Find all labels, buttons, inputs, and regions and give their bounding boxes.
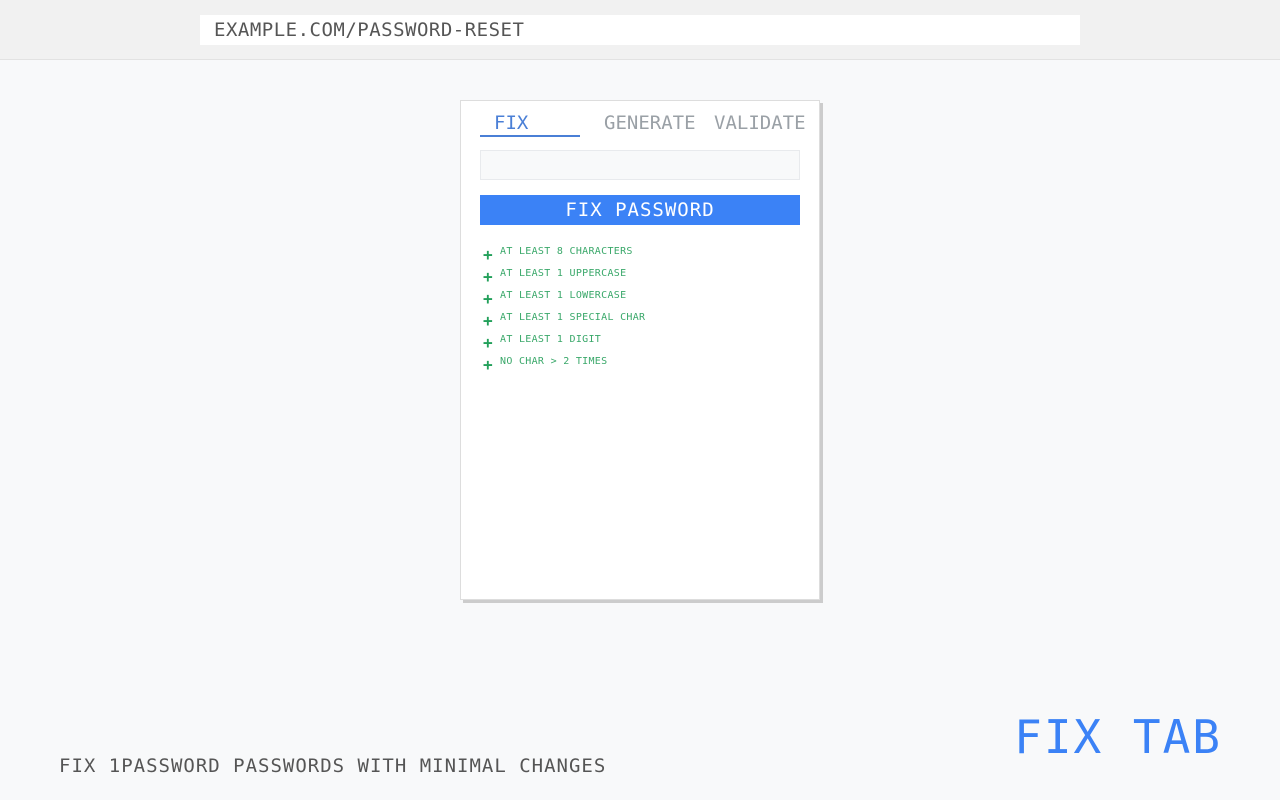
plus-icon: +	[483, 289, 493, 308]
rule-item: + AT LEAST 1 LOWERCASE	[480, 285, 645, 307]
tab-bar: FIX GENERATE VALIDATE	[461, 111, 819, 141]
rule-item: + AT LEAST 1 DIGIT	[480, 329, 645, 351]
rule-item: + AT LEAST 8 CHARACTERS	[480, 241, 645, 263]
tab-fix[interactable]: FIX	[480, 111, 580, 137]
fix-password-button[interactable]: FIX PASSWORD	[480, 195, 800, 225]
rule-text: AT LEAST 1 SPECIAL CHAR	[500, 312, 646, 323]
plus-icon: +	[483, 245, 493, 264]
rule-text: AT LEAST 1 LOWERCASE	[500, 290, 627, 301]
rule-item: + AT LEAST 1 UPPERCASE	[480, 263, 645, 285]
caption-title: FIX TAB	[1014, 710, 1222, 764]
rule-text: AT LEAST 1 UPPERCASE	[500, 268, 627, 279]
url-bar[interactable]: EXAMPLE.COM/PASSWORD-RESET	[200, 15, 1080, 45]
browser-toolbar: EXAMPLE.COM/PASSWORD-RESET	[0, 0, 1280, 60]
rules-list: + AT LEAST 8 CHARACTERS + AT LEAST 1 UPP…	[480, 241, 645, 373]
tab-validate[interactable]: VALIDATE	[714, 111, 806, 137]
plus-icon: +	[483, 311, 493, 330]
tab-generate[interactable]: GENERATE	[604, 111, 696, 137]
password-input[interactable]	[480, 150, 800, 180]
plus-icon: +	[483, 267, 493, 286]
rule-text: AT LEAST 8 CHARACTERS	[500, 246, 633, 257]
rule-item: + AT LEAST 1 SPECIAL CHAR	[480, 307, 645, 329]
rule-text: NO CHAR > 2 TIMES	[500, 356, 608, 367]
plus-icon: +	[483, 333, 493, 352]
tagline: FIX 1PASSWORD PASSWORDS WITH MINIMAL CHA…	[59, 755, 607, 777]
plus-icon: +	[483, 355, 493, 374]
rule-text: AT LEAST 1 DIGIT	[500, 334, 602, 345]
extension-popup: FIX GENERATE VALIDATE FIX PASSWORD + AT …	[460, 100, 820, 600]
rule-item: + NO CHAR > 2 TIMES	[480, 351, 645, 373]
